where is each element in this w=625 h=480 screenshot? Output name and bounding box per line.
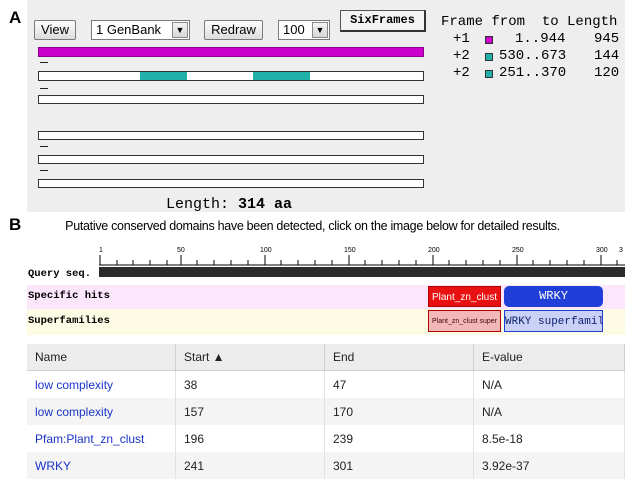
query-sequence-bar[interactable] xyxy=(99,267,625,277)
evalue-cell: 8.5e-18 xyxy=(473,425,625,452)
orf-segment[interactable] xyxy=(253,72,310,80)
track-tick xyxy=(40,62,48,63)
superfamily-wrky[interactable]: WRKY superfamily xyxy=(504,310,603,332)
frame-swatch-icon xyxy=(485,36,493,44)
domain-results-table: Name Start ▲ End E-value low complexity … xyxy=(27,344,625,479)
ruler-tick-label: 1 xyxy=(99,247,103,254)
zoom-select[interactable]: 100 ▼ xyxy=(278,20,330,40)
view-button[interactable]: View xyxy=(34,20,76,40)
redraw-button[interactable]: Redraw xyxy=(204,20,263,40)
table-row[interactable]: low complexity 157 170 N/A xyxy=(27,398,625,425)
frame-swatch-icon xyxy=(485,70,493,78)
frame-table-row[interactable]: +2 530..673 144 xyxy=(441,48,620,65)
ruler-tick-label: 300 xyxy=(596,247,608,254)
domain-name-link[interactable]: low complexity xyxy=(27,370,176,398)
start-cell: 157 xyxy=(175,398,325,425)
column-header-evalue[interactable]: E-value xyxy=(473,344,625,371)
superfamily-plant-zn-clust[interactable]: Plant_zn_clust super xyxy=(428,310,501,332)
domain-name-link[interactable]: low complexity xyxy=(27,398,176,425)
orf-track-frame-minus3[interactable] xyxy=(38,179,424,188)
length-label: Length: xyxy=(166,196,230,213)
frame-range: 251..370 xyxy=(499,65,567,81)
evalue-cell: N/A xyxy=(473,370,625,398)
frame-length: 144 xyxy=(594,48,620,64)
column-header-start[interactable]: Start ▲ xyxy=(175,344,325,371)
track-tick xyxy=(40,170,48,171)
track-tick xyxy=(40,146,48,147)
ruler-tick-label: 50 xyxy=(177,247,185,254)
sequence-length: Length: 314 aa xyxy=(166,196,292,213)
orf-track-frame1[interactable] xyxy=(38,47,424,57)
frame-length: 945 xyxy=(594,31,620,47)
end-cell: 239 xyxy=(324,425,474,452)
table-row[interactable]: WRKY 241 301 3.92e-37 xyxy=(27,452,625,479)
orf-segment[interactable] xyxy=(39,48,423,56)
domain-name-link[interactable]: Pfam:Plant_zn_clust xyxy=(27,425,176,452)
start-cell: 241 xyxy=(175,452,325,479)
start-cell: 38 xyxy=(175,370,325,398)
table-row[interactable]: Pfam:Plant_zn_clust 196 239 8.5e-18 xyxy=(27,425,625,452)
genbank-select[interactable]: 1 GenBank ▼ xyxy=(91,20,190,40)
orf-track-frame-minus2[interactable] xyxy=(38,155,424,164)
evalue-cell: N/A xyxy=(473,398,625,425)
panel-label-a: A xyxy=(9,8,22,27)
specific-hit-wrky[interactable]: WRKY xyxy=(504,286,603,307)
frame-value: +1 xyxy=(453,31,470,47)
frame-table-header: Frame from to Length xyxy=(441,14,618,30)
orf-segment[interactable] xyxy=(140,72,187,80)
frame-value: +2 xyxy=(453,48,470,64)
table-header-row: Name Start ▲ End E-value xyxy=(27,344,625,371)
ruler-ticks xyxy=(99,255,625,266)
superfamilies-label: Superfamilies xyxy=(28,315,110,327)
frame-value: +2 xyxy=(453,65,470,81)
cdd-notice: Putative conserved domains have been det… xyxy=(65,219,560,233)
frame-table-row[interactable]: +1 1..944 945 xyxy=(441,31,620,48)
zoom-select-value: 100 xyxy=(283,22,305,37)
start-cell: 196 xyxy=(175,425,325,452)
end-cell: 47 xyxy=(324,370,474,398)
frame-table-row[interactable]: +2 251..370 120 xyxy=(441,65,620,82)
evalue-cell: 3.92e-37 xyxy=(473,452,625,479)
ruler-tick-label: 100 xyxy=(260,247,272,254)
ruler-tick-label: 250 xyxy=(512,247,524,254)
table-row[interactable]: low complexity 38 47 N/A xyxy=(27,370,625,398)
length-value: 314 aa xyxy=(238,196,293,213)
end-cell: 170 xyxy=(324,398,474,425)
chevron-down-icon[interactable]: ▼ xyxy=(312,22,328,38)
column-header-name[interactable]: Name xyxy=(27,344,176,371)
frame-table: Frame from to Length +1 1..944 945 +2 53… xyxy=(441,14,620,82)
track-tick xyxy=(40,88,48,89)
query-seq-label: Query seq. xyxy=(28,268,92,280)
orf-track-frame-minus1[interactable] xyxy=(38,131,424,140)
frame-swatch-icon xyxy=(485,53,493,61)
sixframes-button[interactable]: SixFrames xyxy=(340,10,426,32)
chevron-down-icon[interactable]: ▼ xyxy=(172,22,188,38)
orf-track-frame3[interactable] xyxy=(38,95,424,104)
ruler-tick-label: 150 xyxy=(344,247,356,254)
frame-range: 1..944 xyxy=(515,31,566,47)
frame-length: 120 xyxy=(594,65,620,81)
specific-hits-label: Specific hits xyxy=(28,290,110,302)
specific-hit-plant-zn-clust[interactable]: Plant_zn_clust xyxy=(428,286,501,307)
ruler-tick-label: 200 xyxy=(428,247,440,254)
column-header-end[interactable]: End xyxy=(324,344,474,371)
frame-range: 530..673 xyxy=(499,48,567,64)
end-cell: 301 xyxy=(324,452,474,479)
ruler-tick-label: 3 xyxy=(619,247,623,254)
genbank-select-value: 1 GenBank xyxy=(96,22,162,37)
orf-track-frame2[interactable] xyxy=(38,71,424,81)
domain-name-link[interactable]: WRKY xyxy=(27,452,176,479)
